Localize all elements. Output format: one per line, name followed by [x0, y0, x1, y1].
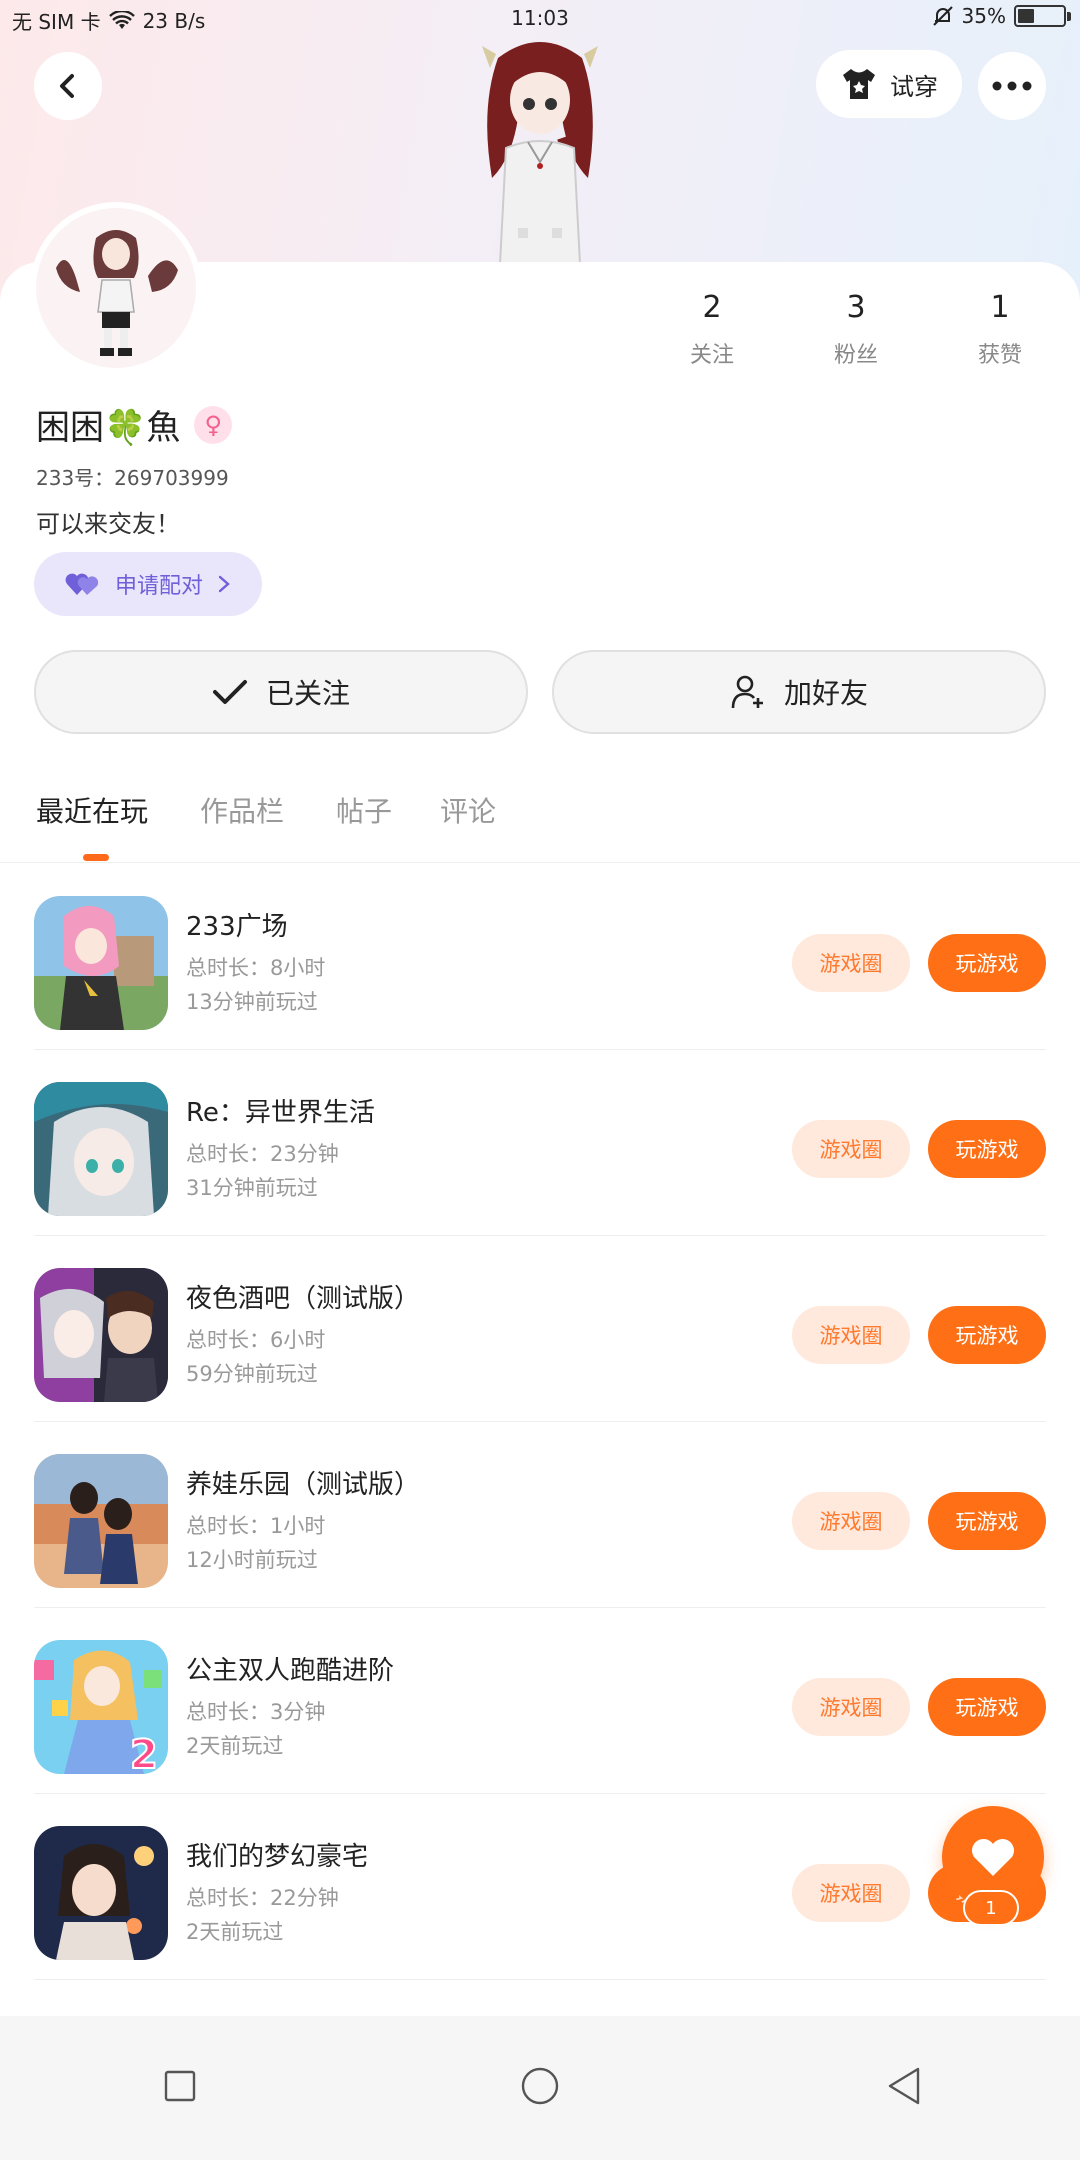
more-options-button[interactable]: [978, 52, 1046, 120]
play-game-button[interactable]: 玩游戏: [928, 934, 1046, 992]
mute-bell-icon: [932, 6, 953, 26]
stat-following[interactable]: 2 关注: [652, 290, 772, 369]
game-circle-button[interactable]: 游戏圈: [792, 1306, 910, 1364]
game-title: Re：异世界生活: [186, 1098, 375, 1128]
stat-following-label: 关注: [689, 343, 734, 368]
user-bio: 可以来交友！: [36, 510, 180, 538]
game-row[interactable]: 养娃乐园（测试版） 总时长：1小时 12小时前玩过 游戏圈 玩游戏: [34, 1422, 1046, 1608]
request-pair-label: 申请配对: [114, 574, 203, 599]
game-duration: 总时长：23分钟: [186, 1142, 339, 1166]
play-game-button[interactable]: 玩游戏: [928, 1678, 1046, 1736]
game-title: 养娃乐园（测试版）: [186, 1470, 421, 1500]
tab-active-indicator: [83, 854, 109, 861]
play-game-button[interactable]: 玩游戏: [928, 1492, 1046, 1550]
avatar-image: [56, 230, 178, 356]
game-last-played: 31分钟前玩过: [186, 1176, 318, 1200]
play-game-button[interactable]: 玩游戏: [928, 1120, 1046, 1178]
profile-tabs: 最近在玩 作品栏 帖子 评论: [0, 790, 1080, 860]
stat-fans-value: 3: [846, 290, 866, 325]
back-nav-icon[interactable]: [886, 2066, 922, 2106]
game-title: 我们的梦幻豪宅: [186, 1842, 369, 1872]
add-friend-button[interactable]: 加好友: [552, 650, 1046, 734]
tab-recent-play[interactable]: 最近在玩: [36, 790, 148, 830]
stat-likes-value: 1: [990, 290, 1010, 325]
game-last-played: 13分钟前玩过: [186, 990, 318, 1014]
status-right: 35%: [932, 4, 1071, 28]
check-icon: [212, 680, 247, 704]
game-duration: 总时长：1小时: [186, 1514, 326, 1538]
recent-apps-icon[interactable]: [164, 2070, 196, 2102]
game-duration: 总时长：22分钟: [186, 1886, 339, 1910]
game-circle-button[interactable]: 游戏圈: [792, 934, 910, 992]
character-model-image: [482, 42, 598, 264]
nickname: 困困🍀魚 ♀: [36, 400, 233, 449]
heart-icon: [971, 1838, 1015, 1876]
back-button[interactable]: [34, 52, 102, 120]
game-row[interactable]: 我们的梦幻豪宅 总时长：22分钟 2天前玩过 游戏圈 玩游戏: [34, 1794, 1046, 1980]
game-icon-image: [34, 1454, 168, 1588]
game-circle-button[interactable]: 游戏圈: [792, 1678, 910, 1736]
avatar[interactable]: [36, 208, 196, 368]
double-heart-icon: [65, 573, 99, 595]
tab-comments[interactable]: 评论: [440, 790, 496, 830]
game-icon-image: [34, 1082, 168, 1216]
game-circle-button[interactable]: 游戏圈: [792, 1120, 910, 1178]
play-game-button[interactable]: 玩游戏: [928, 1306, 1046, 1364]
nickname-part1: 困困: [36, 408, 104, 448]
game-row[interactable]: 2 公主双人跑酷进阶 总时长：3分钟 2天前玩过 游戏圈 玩游戏: [34, 1608, 1046, 1794]
game-last-played: 12小时前玩过: [186, 1548, 318, 1572]
game-duration: 总时长：3分钟: [186, 1700, 326, 1724]
game-last-played: 59分钟前玩过: [186, 1362, 318, 1386]
row-divider: [34, 1979, 1046, 1980]
stat-likes[interactable]: 1 获赞: [940, 290, 1060, 369]
game-title: 夜色酒吧（测试版）: [186, 1284, 421, 1314]
followed-label: 已关注: [265, 677, 350, 710]
game-title: 公主双人跑酷进阶: [186, 1656, 395, 1686]
stat-likes-label: 获赞: [977, 343, 1022, 368]
try-on-label: 试穿: [890, 72, 938, 101]
game-last-played: 2天前玩过: [186, 1734, 284, 1758]
game-icon-image: 2: [34, 1640, 168, 1774]
more-dots-icon: [992, 81, 1032, 91]
like-count-badge: 1: [963, 1890, 1019, 1926]
user-id: 233号：269703999: [36, 466, 229, 490]
game-last-played: 2天前玩过: [186, 1920, 284, 1944]
home-icon[interactable]: [520, 2066, 560, 2106]
add-user-icon: [731, 675, 763, 709]
battery-icon: [1014, 5, 1071, 27]
status-bar: 无 SIM 卡 23 B/s 11:03 35%: [0, 0, 1080, 40]
tab-works[interactable]: 作品栏: [200, 790, 284, 830]
stat-fans[interactable]: 3 粉丝: [796, 290, 916, 369]
nickname-part2: 魚: [146, 408, 181, 448]
game-duration: 总时长：6小时: [186, 1328, 326, 1352]
game-icon-image: [34, 896, 168, 1030]
battery-percent: 35%: [961, 4, 1006, 28]
game-row[interactable]: 夜色酒吧（测试版） 总时长：6小时 59分钟前玩过 游戏圈 玩游戏: [34, 1236, 1046, 1422]
add-friend-label: 加好友: [783, 677, 868, 710]
clover-emoji: 🍀: [104, 408, 147, 448]
try-on-button[interactable]: 试穿: [816, 50, 962, 118]
female-icon: ♀: [194, 405, 233, 444]
nickname-text: 困困🍀魚: [36, 400, 180, 449]
chevron-left-icon: [60, 74, 74, 98]
clock: 11:03: [511, 6, 569, 30]
game-title: 233广场: [186, 912, 288, 942]
game-circle-button[interactable]: 游戏圈: [792, 1492, 910, 1550]
request-pair-button[interactable]: 申请配对: [34, 552, 262, 616]
stat-following-value: 2: [702, 290, 722, 325]
chevron-right-icon: [218, 575, 230, 593]
followed-button[interactable]: 已关注: [34, 650, 528, 734]
system-navigation-bar: [0, 2016, 1080, 2160]
game-row[interactable]: 233广场 总时长：8小时 13分钟前玩过 游戏圈 玩游戏: [34, 864, 1046, 1050]
game-icon-image: [34, 1826, 168, 1960]
tabs-divider: [0, 862, 1080, 863]
game-circle-button[interactable]: 游戏圈: [792, 1864, 910, 1922]
tshirt-icon: [843, 69, 875, 99]
tab-posts[interactable]: 帖子: [336, 790, 392, 830]
game-icon-image: [34, 1268, 168, 1402]
stat-fans-label: 粉丝: [833, 343, 878, 368]
svg-text:2: 2: [130, 1732, 158, 1774]
game-duration: 总时长：8小时: [186, 956, 326, 980]
game-row[interactable]: Re：异世界生活 总时长：23分钟 31分钟前玩过 游戏圈 玩游戏: [34, 1050, 1046, 1236]
